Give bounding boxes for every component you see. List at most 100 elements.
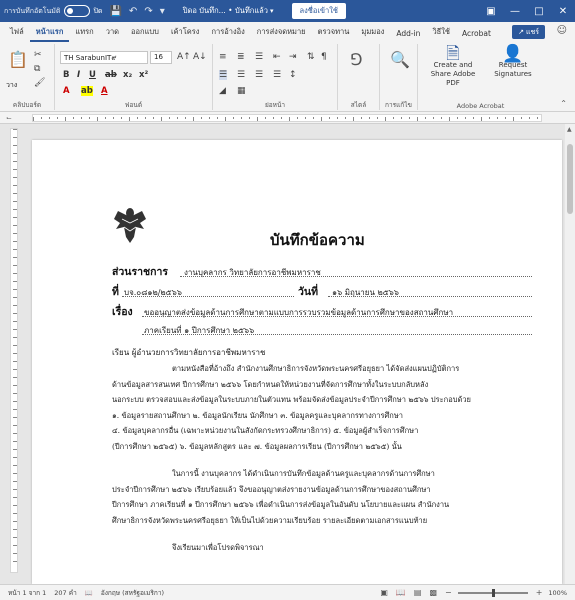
- bullets-icon[interactable]: ≡: [219, 52, 227, 62]
- ruler-tick: [393, 117, 394, 119]
- ruler-tick: [537, 117, 538, 119]
- tab-help[interactable]: วิธีใช้: [426, 26, 456, 42]
- strikethrough-button[interactable]: ab: [105, 70, 117, 80]
- zoom-slider[interactable]: [457, 588, 528, 597]
- font-name-select[interactable]: TH SarabunIT๙: [60, 51, 148, 64]
- find-icon[interactable]: 🔍: [390, 50, 410, 69]
- ruler-tick: [33, 117, 34, 121]
- subject-label: เรื่อง: [112, 306, 133, 318]
- save-icon[interactable]: 💾: [109, 6, 121, 17]
- tab-references[interactable]: การอ้างอิง: [205, 26, 250, 42]
- align-right-icon[interactable]: ☰: [255, 70, 263, 80]
- grow-font-icon[interactable]: A↑: [177, 52, 191, 62]
- para2-line: ปีการศึกษา ภาคเรียนที่ ๑ ปีการศึกษา ๒๕๖๖…: [112, 500, 450, 509]
- close-icon[interactable]: ✕: [551, 6, 575, 17]
- maximize-icon[interactable]: □: [527, 6, 551, 17]
- underline-button[interactable]: U: [89, 70, 96, 80]
- tab-home[interactable]: หน้าแรก: [29, 26, 70, 42]
- highlight-icon[interactable]: ab: [81, 86, 93, 96]
- increase-indent-icon[interactable]: ⇥: [289, 52, 297, 62]
- font-size-select[interactable]: 16: [150, 51, 172, 64]
- copy-icon[interactable]: ⧉: [34, 64, 40, 74]
- para2-line: ในการนี้ งานบุคลากร ได้ดำเนินการบันทึกข้…: [172, 469, 435, 478]
- align-left-icon[interactable]: ☰: [219, 70, 228, 80]
- zoom-out-icon[interactable]: −: [445, 588, 452, 597]
- tab-view[interactable]: มุมมอง: [355, 26, 390, 42]
- proofing-icon[interactable]: 📖: [85, 589, 93, 597]
- shading-icon[interactable]: ◢: [219, 86, 226, 96]
- feedback-icon[interactable]: ☺: [557, 25, 567, 36]
- tab-file[interactable]: ไฟล์: [4, 26, 30, 42]
- zoom-slider-knob[interactable]: [491, 588, 495, 597]
- autosave-toggle[interactable]: [64, 5, 91, 17]
- numbering-icon[interactable]: ≣: [237, 52, 245, 62]
- styles-icon[interactable]: ⅁: [350, 50, 362, 69]
- italic-button[interactable]: I: [77, 70, 80, 80]
- tab-review[interactable]: ตรวจทาน: [312, 26, 356, 42]
- pilcrow-icon[interactable]: ¶: [321, 52, 327, 62]
- borders-icon[interactable]: ▦: [237, 86, 246, 96]
- tab-mailings[interactable]: การส่งจดหมาย: [251, 26, 312, 42]
- line-spacing-icon[interactable]: ↕: [289, 70, 297, 80]
- para1-line: (ปีการศึกษา ๒๕๖๕) ๖. ข้อมูลหลักสูตร และ …: [112, 441, 402, 451]
- minimize-icon[interactable]: —: [503, 6, 527, 17]
- align-center-icon[interactable]: ☰: [237, 70, 245, 80]
- ruler-tick: [361, 117, 362, 119]
- collapse-ribbon-icon[interactable]: ⌃: [560, 99, 567, 108]
- paste-icon[interactable]: 📋: [8, 50, 28, 69]
- redo-icon[interactable]: ↷: [144, 6, 152, 17]
- vertical-scrollbar[interactable]: ▲: [565, 124, 575, 584]
- request-signatures-button[interactable]: 👤 Request Signatures: [488, 44, 538, 79]
- word-count[interactable]: 207 คำ: [54, 588, 76, 598]
- signature-icon: 👤: [502, 44, 524, 64]
- cut-icon[interactable]: ✂: [34, 50, 42, 60]
- language-indicator[interactable]: อังกฤษ (สหรัฐอเมริกา): [101, 588, 164, 598]
- scroll-up-icon[interactable]: ▲: [567, 126, 572, 133]
- tab-design[interactable]: ออกแบบ: [125, 26, 165, 42]
- tab-acrobat[interactable]: Acrobat: [456, 29, 497, 42]
- read-mode-icon[interactable]: 📖: [396, 588, 406, 597]
- ruler-tick: [13, 497, 17, 498]
- subscript-button[interactable]: x₂: [123, 70, 132, 80]
- multilevel-list-icon[interactable]: ☰: [255, 52, 263, 62]
- horizontal-ruler[interactable]: ⌙: [0, 112, 575, 124]
- format-painter-icon[interactable]: 🖌: [34, 78, 45, 88]
- scrollbar-thumb[interactable]: [567, 144, 573, 214]
- justify-icon[interactable]: ☰: [273, 70, 281, 80]
- undo-icon[interactable]: ↶: [129, 6, 137, 17]
- zoom-in-icon[interactable]: +: [536, 588, 543, 597]
- customize-qat-icon[interactable]: ▾: [160, 6, 165, 17]
- zoom-level[interactable]: 100%: [548, 589, 567, 597]
- document-page[interactable]: บันทึกข้อความ ส่วนราชการ งานบุคลากร วิทย…: [32, 140, 562, 584]
- font-color-icon[interactable]: A: [101, 86, 108, 96]
- sign-in-button[interactable]: ลงชื่อเข้าใช้: [291, 3, 347, 19]
- decrease-indent-icon[interactable]: ⇤: [273, 52, 281, 62]
- ruler-tick: [73, 117, 74, 119]
- tab-layout[interactable]: เค้าโครง: [165, 26, 206, 42]
- ruler-tick: [281, 117, 282, 119]
- para1-line: ๔. ข้อมูลบุคลากรอื่น (เฉพาะหน่วยงานในสัง…: [112, 426, 419, 435]
- focus-mode-icon[interactable]: ▣: [380, 588, 388, 597]
- tab-addin[interactable]: Add-in: [390, 29, 426, 42]
- superscript-button[interactable]: x²: [139, 70, 148, 80]
- ruler-tick: [457, 117, 458, 119]
- ribbon-display-icon[interactable]: ▣: [479, 6, 503, 17]
- page-count[interactable]: หน้า 1 จาก 1: [8, 588, 46, 598]
- sort-icon[interactable]: ⇅: [307, 52, 315, 62]
- tab-draw[interactable]: วาด: [100, 26, 125, 42]
- vertical-ruler[interactable]: [10, 128, 18, 573]
- web-layout-icon[interactable]: ▩: [429, 588, 437, 597]
- ruler-tick: [13, 145, 17, 146]
- tab-insert[interactable]: แทรก: [69, 26, 99, 42]
- bold-button[interactable]: B: [63, 70, 69, 80]
- print-layout-icon[interactable]: ▤: [414, 588, 422, 597]
- create-share-pdf-button[interactable]: 🗎 Create and Share Adobe PDF: [424, 46, 482, 88]
- memo-title: บันทึกข้อความ: [270, 231, 365, 249]
- share-button[interactable]: ↗ แชร์: [512, 25, 545, 39]
- ruler-tick: [185, 117, 186, 119]
- ruler-tick: [13, 289, 17, 290]
- document-title[interactable]: ปิดอ บันทึก... • บันทึกแล้ว ▾: [183, 5, 274, 17]
- text-effects-icon[interactable]: A: [63, 86, 70, 96]
- tab-selector-icon[interactable]: ⌙: [6, 114, 12, 122]
- shrink-font-icon[interactable]: A↓: [193, 52, 207, 62]
